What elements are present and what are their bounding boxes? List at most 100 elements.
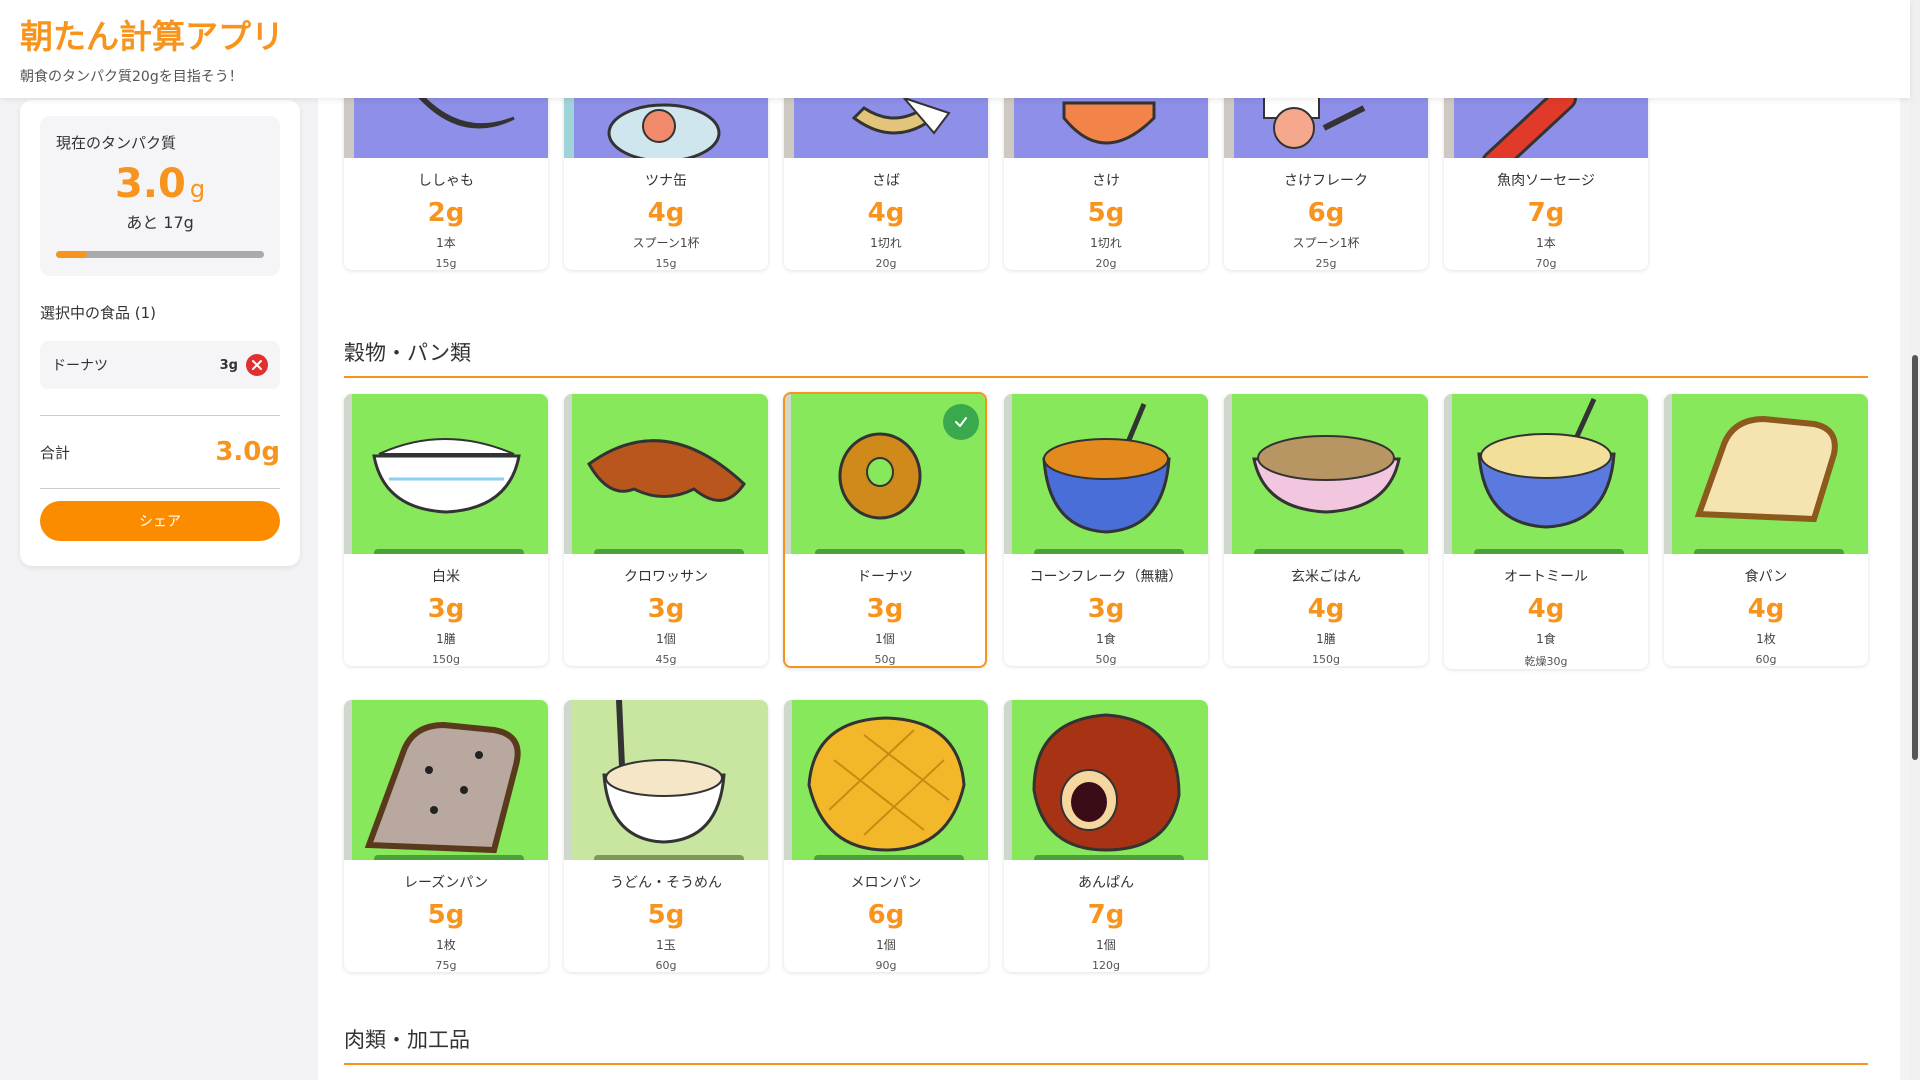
food-card-rice[interactable]: 白米 3g 1膳 150g bbox=[344, 394, 548, 666]
food-serving: 1玉 bbox=[656, 938, 676, 952]
food-protein: 4g bbox=[1747, 594, 1785, 624]
food-weight: 90g bbox=[875, 959, 897, 972]
selected-food-item: ドーナツ 3g bbox=[40, 341, 280, 389]
share-button[interactable]: シェア bbox=[40, 501, 280, 541]
food-weight: 75g bbox=[435, 959, 457, 972]
divider bbox=[40, 488, 280, 489]
food-weight: 50g bbox=[1095, 653, 1117, 666]
current-protein-unit: g bbox=[189, 175, 206, 203]
food-weight: 15g bbox=[655, 257, 677, 270]
food-serving: 1食 bbox=[1096, 632, 1116, 646]
food-serving: 1個 bbox=[656, 632, 676, 646]
page-scrollbar[interactable] bbox=[1910, 0, 1920, 1080]
food-serving: 1膳 bbox=[436, 632, 456, 646]
food-card-anpan[interactable]: あんぱん 7g 1個 120g bbox=[1004, 700, 1208, 972]
food-card-brown-rice[interactable]: 玄米ごはん 4g 1膳 150g bbox=[1224, 394, 1428, 666]
food-name: 玄米ごはん bbox=[1291, 569, 1361, 585]
food-name: クロワッサン bbox=[624, 569, 708, 585]
food-serving: スプーン1杯 bbox=[632, 236, 700, 250]
donut-image bbox=[785, 394, 985, 554]
food-list-panel: ししゃも 2g 1本 15g ツナ缶 4g スプーン1杯 15g さば 4g 1切れ 20g さけ… bbox=[318, 0, 1900, 1080]
food-protein: 3g bbox=[866, 594, 904, 624]
food-card-croissant[interactable]: クロワッサン 3g 1個 45g bbox=[564, 394, 768, 666]
food-weight: 20g bbox=[875, 257, 897, 270]
summary-sidebar: 現在のタンパク質 3.0 g あと 17g 選択中の食品 (1) ドーナツ 3g … bbox=[20, 100, 300, 566]
app-header: 朝たん計算アプリ 朝食のタンパク質20gを目指そう！ bbox=[0, 0, 1910, 98]
food-name: ししゃも bbox=[418, 173, 474, 189]
food-name: あんぱん bbox=[1078, 875, 1134, 891]
food-protein: 2g bbox=[427, 198, 465, 228]
close-circle-icon[interactable] bbox=[246, 354, 268, 376]
food-name: うどん・そうめん bbox=[610, 875, 722, 891]
food-protein: 4g bbox=[1307, 594, 1345, 624]
food-serving: 1個 bbox=[1096, 938, 1116, 952]
food-protein: 5g bbox=[647, 900, 685, 930]
food-card-bread[interactable]: 食パン 4g 1枚 60g bbox=[1664, 394, 1868, 666]
total-row: 合計 3.0g bbox=[40, 416, 280, 488]
scrollbar-thumb[interactable] bbox=[1912, 355, 1918, 760]
food-name: さけフレーク bbox=[1284, 173, 1368, 189]
udon-image bbox=[564, 700, 768, 860]
food-protein: 7g bbox=[1527, 198, 1565, 228]
food-protein: 6g bbox=[867, 900, 905, 930]
food-protein: 3g bbox=[647, 594, 685, 624]
selected-foods-heading: 選択中の食品 (1) bbox=[40, 304, 157, 322]
food-protein: 6g bbox=[1307, 198, 1345, 228]
cornflakes-image bbox=[1004, 394, 1208, 554]
food-name: コーンフレーク（無糖） bbox=[1029, 569, 1183, 585]
current-protein-label: 現在のタンパク質 bbox=[56, 134, 177, 152]
current-protein-value: 3.0 bbox=[114, 161, 186, 207]
section-title-meat: 肉類・加工品 bbox=[344, 1028, 470, 1052]
food-card-raisin-bread[interactable]: レーズンパン 5g 1枚 75g bbox=[344, 700, 548, 972]
anpan-image bbox=[1004, 700, 1208, 860]
food-weight: 15g bbox=[435, 257, 457, 270]
current-protein-panel: 現在のタンパク質 3.0 g あと 17g bbox=[40, 116, 280, 276]
current-protein-value-row: 3.0 g bbox=[56, 161, 264, 207]
food-serving: 1切れ bbox=[1090, 236, 1122, 250]
food-card-melon-pan[interactable]: メロンパン 6g 1個 90g bbox=[784, 700, 988, 972]
food-serving: 1切れ bbox=[870, 236, 902, 250]
food-name: レーズンパン bbox=[404, 875, 488, 891]
app-title: 朝たん計算アプリ bbox=[20, 17, 284, 56]
food-card-udon[interactable]: うどん・そうめん 5g 1玉 60g bbox=[564, 700, 768, 972]
food-name: オートミール bbox=[1504, 569, 1588, 585]
food-serving: 1本 bbox=[1536, 236, 1556, 250]
food-protein: 4g bbox=[647, 198, 685, 228]
melon-pan-image bbox=[784, 700, 988, 860]
food-weight: 60g bbox=[1755, 653, 1777, 666]
food-serving: スプーン1杯 bbox=[1292, 236, 1360, 250]
food-name: ツナ缶 bbox=[645, 173, 687, 189]
food-weight: 70g bbox=[1535, 257, 1557, 270]
raisin-bread-image bbox=[344, 700, 548, 860]
food-serving: 1膳 bbox=[1316, 632, 1336, 646]
food-name: メロンパン bbox=[850, 875, 922, 891]
food-weight: 60g bbox=[655, 959, 677, 972]
food-card-cornflakes[interactable]: コーンフレーク（無糖） 3g 1食 50g bbox=[1004, 394, 1208, 666]
food-protein: 4g bbox=[867, 198, 905, 228]
food-name: 食パン bbox=[1744, 569, 1788, 585]
app-subtitle: 朝食のタンパク質20gを目指そう！ bbox=[20, 69, 243, 85]
section-divider bbox=[344, 376, 1868, 378]
food-serving: 1枚 bbox=[1756, 632, 1776, 646]
food-weight: 150g bbox=[432, 653, 460, 666]
section-title-grains: 穀物・パン類 bbox=[344, 341, 472, 365]
selected-food-protein: 3g bbox=[219, 357, 238, 373]
food-weight: 50g bbox=[874, 653, 896, 666]
food-protein: 3g bbox=[427, 594, 465, 624]
food-protein: 5g bbox=[1087, 198, 1125, 228]
food-name: 白米 bbox=[432, 569, 460, 585]
food-serving: 1個 bbox=[875, 632, 895, 646]
remaining-protein: あと 17g bbox=[126, 213, 194, 232]
food-card-oatmeal[interactable]: オートミール 4g 1食 乾燥30g bbox=[1444, 394, 1648, 669]
food-protein: 4g bbox=[1527, 594, 1565, 624]
food-protein: 3g bbox=[1087, 594, 1125, 624]
bread-image bbox=[1664, 394, 1868, 554]
food-serving: 1本 bbox=[436, 236, 456, 250]
protein-progress-bar bbox=[56, 251, 264, 258]
food-serving: 1枚 bbox=[436, 938, 456, 952]
food-weight: 45g bbox=[655, 653, 677, 666]
food-protein: 7g bbox=[1087, 900, 1125, 930]
food-card-donut[interactable]: ドーナツ 3g 1個 50g bbox=[783, 392, 987, 668]
brown-rice-image bbox=[1224, 394, 1428, 554]
croissant-image bbox=[564, 394, 768, 554]
